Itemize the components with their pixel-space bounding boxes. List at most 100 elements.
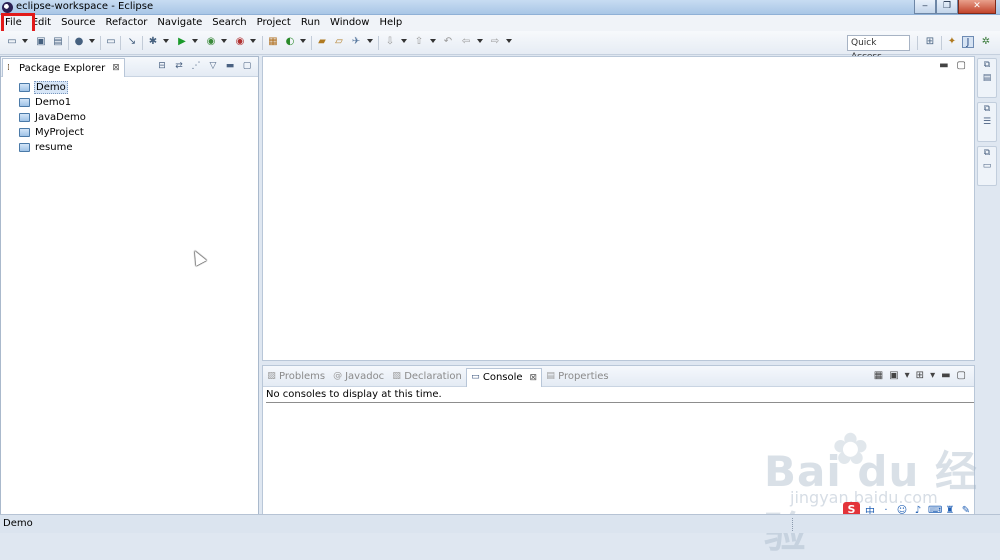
trim-stack: ⧉ ▤ (977, 58, 997, 98)
link-with-editor-icon[interactable]: ⇄ (174, 60, 184, 72)
external-tools-icon[interactable]: ◉ (234, 36, 246, 48)
new-java-project-icon[interactable]: ▦ (267, 36, 279, 48)
open-console-icon[interactable]: ⊞ (916, 370, 924, 381)
search-dropdown-icon[interactable] (367, 39, 373, 43)
tree-item-project[interactable]: Demo1 (1, 95, 258, 110)
toolbar-separator (917, 36, 918, 50)
display-console-icon[interactable]: ▣ (889, 370, 898, 381)
task-list-icon[interactable]: ▤ (978, 72, 996, 85)
new-class-icon[interactable]: ◐ (284, 36, 296, 48)
menu-edit[interactable]: Edit (27, 15, 56, 31)
last-edit-icon[interactable]: ↶ (442, 36, 454, 48)
coverage-dropdown-icon[interactable] (221, 39, 227, 43)
bottom-panel-tabbar: ▨ Problems @ Javadoc ▧ Declaration ▭ Con… (263, 366, 974, 387)
close-tab-icon[interactable]: ⊠ (530, 373, 538, 383)
menu-refactor[interactable]: Refactor (100, 15, 152, 31)
toolbar-separator (262, 36, 263, 50)
tree-item-project[interactable]: JavaDemo (1, 110, 258, 125)
monitor-icon[interactable]: ▭ (105, 36, 117, 48)
profile-icon[interactable]: ● (73, 36, 85, 48)
open-console-dropdown-icon[interactable]: ▾ (930, 370, 935, 381)
collapse-all-icon[interactable]: ⊟ (157, 60, 167, 72)
back-icon[interactable]: ⇦ (460, 36, 472, 48)
package-explorer-actions: ⊟ ⇄ ⋰ ▽ ▬ ▢ (157, 60, 252, 72)
minimize-button[interactable]: ‒ (914, 0, 936, 14)
menu-project[interactable]: Project (252, 15, 296, 31)
minimize-editor-icon[interactable]: ▬ (939, 60, 948, 71)
next-annotation-dropdown-icon[interactable] (401, 39, 407, 43)
open-perspective-icon[interactable]: ⊞ (924, 36, 936, 48)
restore-icon[interactable]: ⧉ (978, 103, 996, 116)
external-tools-dropdown-icon[interactable] (250, 39, 256, 43)
view-menu-icon[interactable]: ▽ (208, 60, 218, 72)
maximize-panel-icon[interactable]: ▢ (957, 370, 966, 381)
forward-dropdown-icon[interactable] (506, 39, 512, 43)
save-icon[interactable]: ▣ (35, 36, 47, 48)
maximize-button[interactable]: ❐ (936, 0, 958, 14)
display-console-dropdown-icon[interactable]: ▾ (905, 370, 910, 381)
search-icon[interactable]: ✈ (350, 36, 362, 48)
outline-icon[interactable]: ☰ (978, 116, 996, 129)
previous-annotation-dropdown-icon[interactable] (430, 39, 436, 43)
new-icon[interactable]: ▭ (6, 36, 18, 48)
back-dropdown-icon[interactable] (477, 39, 483, 43)
coverage-icon[interactable]: ◉ (205, 36, 217, 48)
open-task-icon[interactable]: ▱ (333, 36, 345, 48)
forward-icon[interactable]: ⇨ (489, 36, 501, 48)
tab-declaration[interactable]: ▧ Declaration (388, 366, 466, 387)
java-ee-perspective-icon[interactable]: ✦ (946, 36, 958, 48)
project-label: JavaDemo (35, 112, 86, 123)
javadoc-icon: @ (333, 370, 343, 381)
restore-icon[interactable]: ⧉ (978, 59, 996, 72)
menu-search[interactable]: Search (207, 15, 251, 31)
menu-help[interactable]: Help (374, 15, 407, 31)
open-type-icon[interactable]: ▰ (316, 36, 328, 48)
tree-item-project[interactable]: MyProject (1, 125, 258, 140)
tab-javadoc[interactable]: @ Javadoc (329, 366, 388, 387)
run-dropdown-icon[interactable] (192, 39, 198, 43)
java-perspective-icon[interactable]: J (962, 36, 974, 48)
new-dropdown-icon[interactable] (22, 39, 28, 43)
editor-area[interactable]: ▬ ▢ (262, 56, 975, 361)
tab-problems-label: Problems (279, 370, 326, 382)
maximize-editor-icon[interactable]: ▢ (957, 60, 966, 71)
profile-dropdown-icon[interactable] (89, 39, 95, 43)
menu-window[interactable]: Window (325, 15, 374, 31)
trim-stack: ⧉ ▭ (977, 146, 997, 186)
toolbar-separator (120, 36, 121, 50)
window-title: eclipse-workspace - Eclipse (16, 1, 154, 12)
window-controls: ‒ ❐ ✕ (914, 0, 996, 14)
tab-properties[interactable]: ▤ Properties (542, 366, 613, 387)
run-icon[interactable]: ▶ (176, 36, 188, 48)
skip-breakpoints-icon[interactable]: ↘ (126, 36, 138, 48)
debug-icon[interactable]: ✱ (147, 36, 159, 48)
menu-source[interactable]: Source (56, 15, 100, 31)
package-explorer-view: ⁞ Package Explorer ⊠ ⊟ ⇄ ⋰ ▽ ▬ ▢ Demo De… (0, 56, 259, 515)
close-button[interactable]: ✕ (958, 0, 996, 14)
tab-package-explorer[interactable]: ⁞ Package Explorer ⊠ (2, 58, 125, 77)
pin-console-icon[interactable]: ▦ (874, 370, 883, 381)
menu-navigate[interactable]: Navigate (152, 15, 207, 31)
tab-console[interactable]: ▭ Console ⊠ (465, 367, 543, 387)
view-icon[interactable]: ▭ (978, 160, 996, 173)
debug-perspective-icon[interactable]: ✲ (980, 36, 992, 48)
restore-icon[interactable]: ⧉ (978, 147, 996, 160)
save-all-icon[interactable]: ▤ (52, 36, 64, 48)
status-text: Demo (3, 518, 33, 529)
next-annotation-icon[interactable]: ⇩ (384, 36, 396, 48)
tree-item-project[interactable]: Demo (1, 80, 258, 95)
minimize-panel-icon[interactable]: ▬ (941, 370, 950, 381)
maximize-view-icon[interactable]: ▢ (242, 60, 252, 72)
toolbar-separator (100, 36, 101, 50)
menu-file[interactable]: File (0, 15, 27, 31)
quick-access-field[interactable]: Quick Access (847, 35, 910, 62)
previous-annotation-icon[interactable]: ⇧ (413, 36, 425, 48)
new-class-dropdown-icon[interactable] (300, 39, 306, 43)
menu-run[interactable]: Run (296, 15, 325, 31)
close-tab-icon[interactable]: ⊠ (112, 63, 120, 73)
debug-dropdown-icon[interactable] (163, 39, 169, 43)
minimize-view-icon[interactable]: ▬ (225, 60, 235, 72)
filters-icon[interactable]: ⋰ (191, 60, 201, 72)
tree-item-project[interactable]: resume (1, 140, 258, 155)
tab-problems[interactable]: ▨ Problems (263, 366, 329, 387)
